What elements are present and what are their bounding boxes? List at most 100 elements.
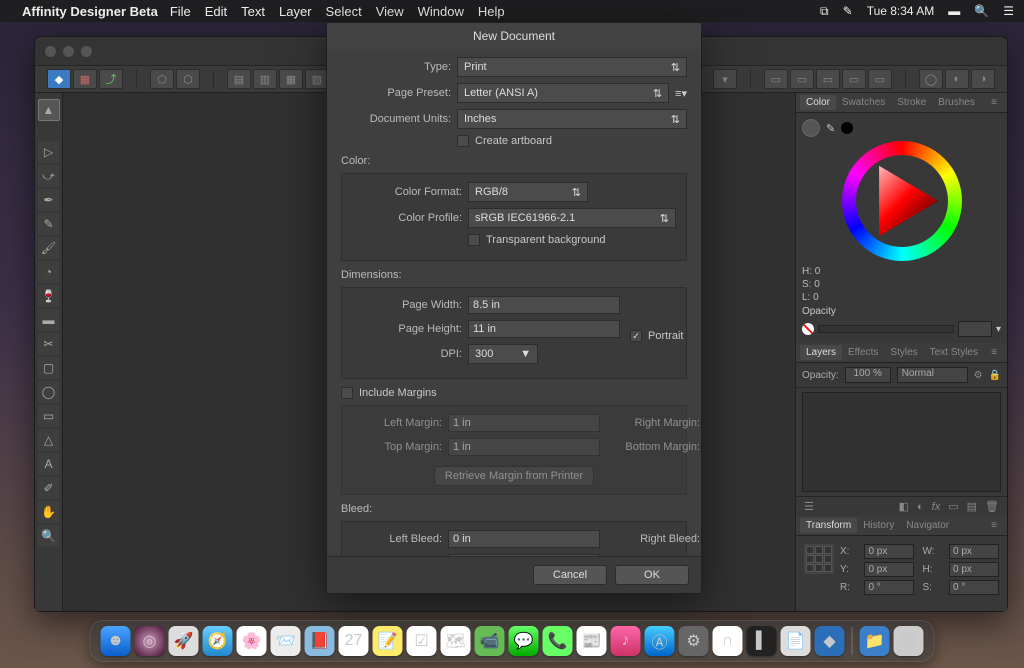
toolbar-btn-align1[interactable]: ▤ (227, 69, 251, 89)
opacity-value[interactable] (958, 321, 992, 337)
traffic-min[interactable] (63, 46, 74, 57)
h-field[interactable] (949, 562, 999, 577)
mask-icon[interactable]: ◧ (899, 500, 909, 513)
dock-magnet[interactable]: ∩ (713, 626, 743, 656)
dock-appstore[interactable]: Ⓐ (645, 626, 675, 656)
dock-mail[interactable]: 📨 (271, 626, 301, 656)
toolbar-bool-3[interactable]: ◑ (971, 69, 995, 89)
adjust-icon[interactable]: ◐ (917, 501, 924, 513)
dock-reminders[interactable]: ☑ (407, 626, 437, 656)
preset-select[interactable]: Letter (ANSI A)⇅ (457, 83, 669, 103)
dock-textedit[interactable]: 📄 (781, 626, 811, 656)
menu-select[interactable]: Select (326, 4, 362, 19)
zoom-tool[interactable]: 🔍 (38, 525, 60, 547)
left-bleed-field[interactable] (448, 530, 600, 548)
dock-photos[interactable]: 🌸 (237, 626, 267, 656)
input-flag-icon[interactable]: ▬ (948, 4, 960, 18)
menu-view[interactable]: View (376, 4, 404, 19)
tab-color[interactable]: Color (800, 95, 836, 110)
airplay-icon[interactable]: ⧉ (820, 4, 829, 19)
width-field[interactable] (468, 296, 620, 314)
add-layer-icon[interactable]: ▤ (967, 500, 977, 513)
toolbar-arrange-1[interactable]: ▭ (764, 69, 788, 89)
dock-trash[interactable]: 🗑 (894, 626, 924, 656)
toolbar-arrange-3[interactable]: ▭ (816, 69, 840, 89)
menu-help[interactable]: Help (478, 4, 505, 19)
toolbar-btn-1[interactable]: ⬠ (150, 69, 174, 89)
left-margin-field[interactable] (448, 414, 600, 432)
dock-finder[interactable]: ☻ (101, 626, 131, 656)
brush-tool[interactable]: 🖌 (38, 237, 60, 259)
cancel-button[interactable]: Cancel (533, 565, 607, 585)
dock-siri[interactable]: ◎ (135, 626, 165, 656)
color-profile-select[interactable]: sRGB IEC61966-2.1⇅ (468, 208, 676, 228)
x-field[interactable] (864, 544, 914, 559)
dock-news[interactable]: 📰 (577, 626, 607, 656)
type-select[interactable]: Print⇅ (457, 57, 687, 77)
crop-tool[interactable]: ✂ (38, 333, 60, 355)
dock-itunes[interactable]: ♪ (611, 626, 641, 656)
artistic-text-tool[interactable]: A (38, 453, 60, 475)
dock-affinity[interactable]: ◆ (815, 626, 845, 656)
tab-brushes[interactable]: Brushes (932, 95, 981, 110)
menu-edit[interactable]: Edit (205, 4, 227, 19)
transparent-checkbox[interactable] (468, 234, 480, 246)
traffic-max[interactable] (81, 46, 92, 57)
toolbar-arrange-4[interactable]: ▭ (842, 69, 866, 89)
delete-icon[interactable]: 🗑 (985, 500, 999, 513)
traffic-close[interactable] (45, 46, 56, 57)
tab-effects[interactable]: Effects (842, 345, 884, 360)
rounded-tool[interactable]: ▭ (38, 405, 60, 427)
height-field[interactable] (468, 320, 620, 338)
corner-tool[interactable]: ⤻ (38, 165, 60, 187)
snap-dropdown[interactable]: ▾ (713, 69, 737, 89)
dock-messages[interactable]: 💬 (509, 626, 539, 656)
include-margins-checkbox[interactable] (341, 387, 353, 399)
color-format-select[interactable]: RGB/8⇅ (468, 182, 588, 202)
opacity-slider[interactable] (818, 325, 954, 333)
dock-phone[interactable]: 📞 (543, 626, 573, 656)
tab-styles[interactable]: Styles (884, 345, 923, 360)
tab-navigator[interactable]: Navigator (900, 518, 955, 533)
clock[interactable]: Tue 8:34 AM (867, 4, 935, 18)
menu-text[interactable]: Text (241, 4, 265, 19)
toolbar-arrange-2[interactable]: ▭ (790, 69, 814, 89)
toolbar-bool-1[interactable]: ◯ (919, 69, 943, 89)
toolbar-bool-2[interactable]: ◐ (945, 69, 969, 89)
hand-tool[interactable]: ✋ (38, 501, 60, 523)
portrait-checkbox[interactable] (630, 330, 642, 342)
rect-tool[interactable]: ▢ (38, 357, 60, 379)
app-name[interactable]: Affinity Designer Beta (22, 4, 158, 19)
tab-history[interactable]: History (857, 518, 900, 533)
group-icon[interactable]: ▭ (948, 500, 958, 513)
s-field[interactable] (949, 580, 999, 595)
black-swatch[interactable] (841, 122, 853, 134)
ok-button[interactable]: OK (615, 565, 689, 585)
move-tool[interactable]: ▲ (38, 99, 60, 121)
preset-menu-icon[interactable]: ≡▾ (675, 87, 687, 100)
transparency-tool[interactable]: 🍷 (38, 285, 60, 307)
eyedropper-tool[interactable]: ✐ (38, 477, 60, 499)
opacity-more-icon[interactable]: ▾ (996, 324, 1001, 335)
dock-maps[interactable]: 🗺 (441, 626, 471, 656)
dock-launchpad[interactable]: 🚀 (169, 626, 199, 656)
node-tool[interactable]: ▷ (38, 141, 60, 163)
layers-panel-menu-icon[interactable]: ≡ (985, 345, 1003, 360)
color-wheel[interactable] (842, 141, 962, 261)
tab-swatches[interactable]: Swatches (836, 95, 891, 110)
pencil-tool[interactable]: ✎ (38, 213, 60, 235)
panel-menu-icon[interactable]: ≡ (985, 95, 1003, 110)
eyedropper-icon[interactable]: ✎ (826, 122, 835, 135)
gear-icon[interactable]: ⚙ (974, 370, 983, 381)
triangle-tool[interactable]: △ (38, 429, 60, 451)
dock-settings[interactable]: ⚙ (679, 626, 709, 656)
toolbar-arrange-5[interactable]: ▭ (868, 69, 892, 89)
y-field[interactable] (864, 562, 914, 577)
tab-transform[interactable]: Transform (800, 518, 857, 533)
fx-icon[interactable]: fx (932, 501, 941, 513)
transform-panel-menu-icon[interactable]: ≡ (985, 518, 1003, 533)
menu-list-icon[interactable]: ☰ (1003, 4, 1014, 18)
tab-layers[interactable]: Layers (800, 345, 842, 360)
retrieve-margin-button[interactable]: Retrieve Margin from Printer (434, 466, 594, 486)
dock-contacts[interactable]: 📕 (305, 626, 335, 656)
